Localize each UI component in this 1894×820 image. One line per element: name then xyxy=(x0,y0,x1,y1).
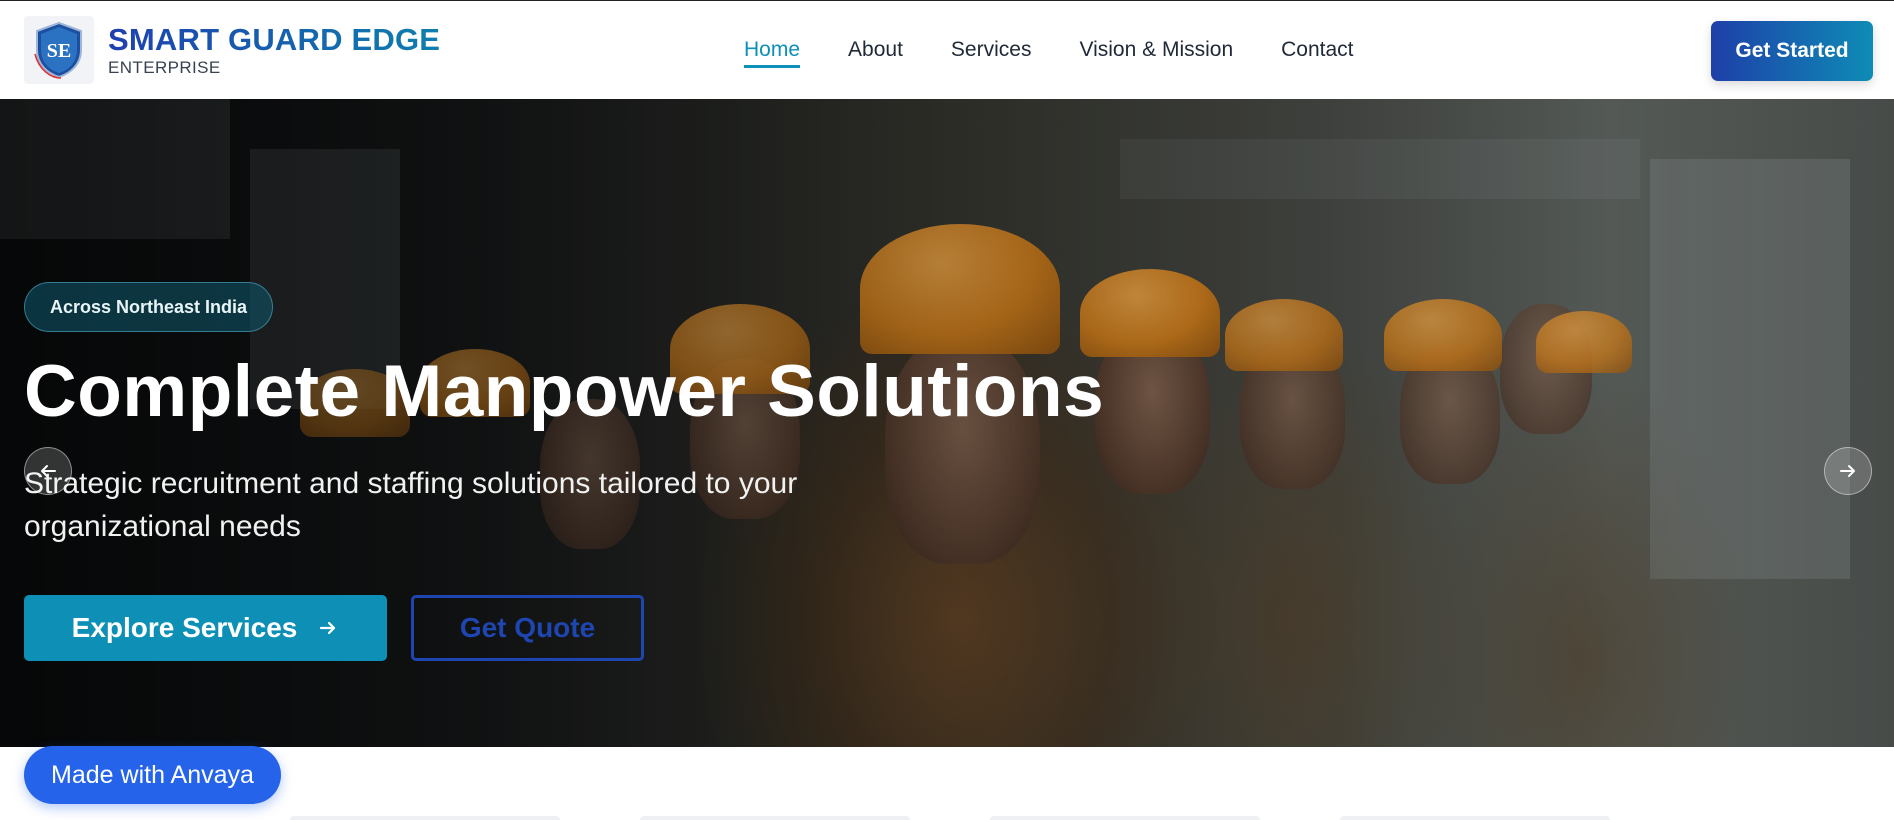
carousel-next-button[interactable] xyxy=(1824,447,1872,495)
hero-subline: Strategic recruitment and staffing solut… xyxy=(24,467,798,543)
brand[interactable]: SMART GUARD EDGE ENTERPRISE xyxy=(108,22,440,78)
arrow-left-icon xyxy=(41,465,56,477)
nav-home[interactable]: Home xyxy=(744,38,801,68)
svg-text:SE: SE xyxy=(47,40,71,62)
carousel-prev-button[interactable] xyxy=(24,447,72,495)
card-stub xyxy=(1340,816,1610,820)
explore-services-button[interactable]: Explore Services xyxy=(24,595,387,661)
site-header: SE SMART GUARD EDGE ENTERPRISE Home Abou… xyxy=(0,2,1894,98)
nav-services[interactable]: Services xyxy=(951,38,1032,68)
arrow-right-icon xyxy=(320,621,336,635)
card-stub xyxy=(990,816,1260,820)
get-quote-button[interactable]: Get Quote xyxy=(411,595,644,661)
main-nav: Home About Services Vision & Mission Con… xyxy=(744,38,1402,68)
nav-about[interactable]: About xyxy=(848,38,903,68)
next-section-peek xyxy=(0,816,1894,820)
get-started-button[interactable]: Get Started xyxy=(1711,21,1873,81)
nav-contact[interactable]: Contact xyxy=(1281,38,1353,68)
hero-headline: Complete Manpower Solutions xyxy=(24,351,1105,432)
shield-logo-icon: SE xyxy=(34,21,82,79)
region-badge: Across Northeast India xyxy=(24,282,274,332)
arrow-right-icon xyxy=(1840,465,1855,477)
card-stub xyxy=(640,816,910,820)
brand-name: SMART GUARD EDGE xyxy=(108,22,441,57)
nav-vision-mission[interactable]: Vision & Mission xyxy=(1079,38,1233,68)
made-with-anvaya-badge[interactable]: Made with Anvaya xyxy=(24,746,281,804)
brand-subtitle: ENTERPRISE xyxy=(108,58,221,77)
hero-banner: Across Northeast India Complete Manpower… xyxy=(0,99,1894,747)
card-stub xyxy=(290,816,560,820)
logo[interactable]: SE xyxy=(24,16,94,84)
explore-services-label: Explore Services xyxy=(71,612,298,643)
